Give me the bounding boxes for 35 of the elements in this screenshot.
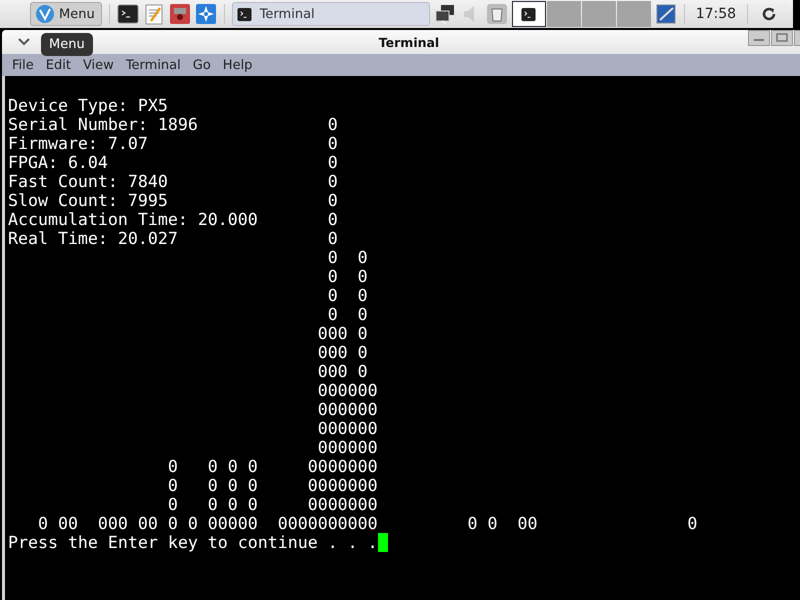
terminal-line: Real Time: 20.027 0 — [8, 229, 339, 248]
terminal-line: 0 0 — [326, 248, 369, 267]
terminal-line: Slow Count: 7995 0 — [8, 191, 339, 210]
window-title: Terminal — [378, 34, 440, 50]
menu-item[interactable]: Terminal — [120, 58, 187, 72]
terminal-line: Press the Enter key to continue . . . — [8, 533, 378, 552]
terminal-line: 000000 — [316, 381, 379, 400]
terminal-line: 000 0 — [316, 362, 369, 381]
terminal-line: 0 00 000 00 0 0 00000 0000000000 0 0 00 0 — [36, 514, 698, 533]
menu-button[interactable]: Menu — [30, 2, 102, 26]
terminal-line: Fast Count: 7840 0 — [8, 172, 339, 191]
terminal-line: 000000 — [316, 438, 379, 457]
terminal-line: FPGA: 6.04 0 — [8, 153, 339, 172]
menu-item[interactable]: Edit — [40, 58, 77, 72]
terminal-line: Firmware: 7.07 0 — [8, 134, 339, 153]
terminal-line: 0 0 0 0 0000000 — [166, 495, 379, 514]
terminal-line: 0 0 — [326, 286, 369, 305]
terminal-line: 0 0 0 0 0000000 — [166, 476, 379, 495]
taskbar-button[interactable]: Terminal — [232, 2, 430, 26]
clock[interactable]: 17:58 — [692, 6, 740, 22]
tooltip: Menu — [41, 33, 93, 56]
terminal-line: 0 0 — [326, 305, 369, 324]
menu-item[interactable]: Go — [186, 58, 217, 72]
menu-item[interactable]: Help — [216, 58, 258, 72]
terminal-line: Device Type: PX5 — [8, 96, 169, 115]
menu-item[interactable]: File — [6, 58, 40, 72]
menu-item[interactable]: View — [76, 58, 120, 72]
terminal-line: Accumulation Time: 20.000 0 — [8, 210, 339, 229]
terminal-line: 000 0 — [316, 343, 369, 362]
terminal-line: 000000 — [316, 400, 379, 419]
terminal-line: 000000 — [316, 419, 379, 438]
terminal-line: 000 0 — [316, 324, 369, 343]
terminal-line: 0 0 0 0 0000000 — [166, 457, 379, 476]
terminal-line: 0 0 — [326, 267, 369, 286]
terminal-line: Serial Number: 1896 0 — [8, 115, 339, 134]
